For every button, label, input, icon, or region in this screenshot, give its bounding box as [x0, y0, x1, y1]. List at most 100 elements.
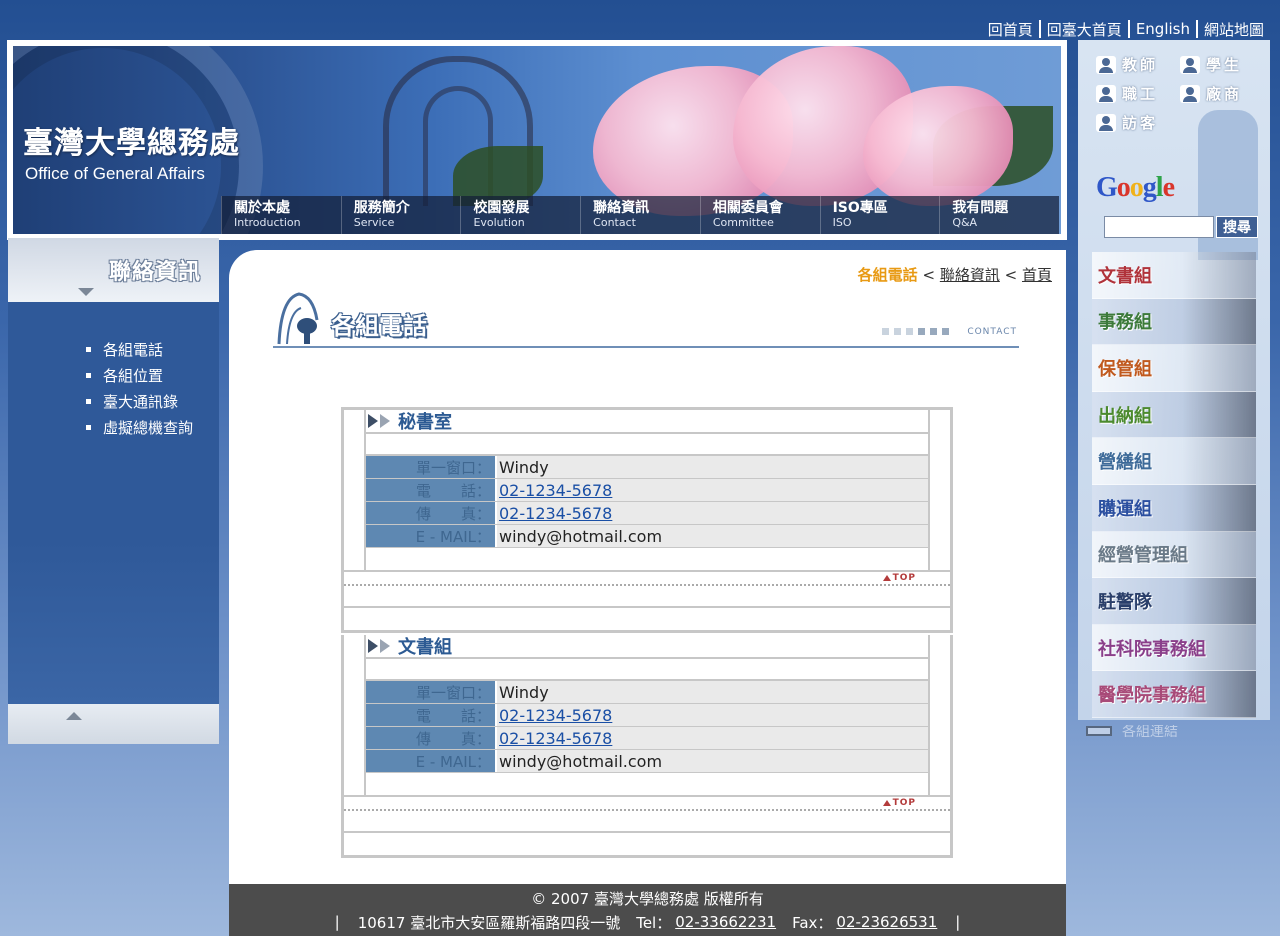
nav-qa[interactable]: 我有問題 Q&A [939, 196, 1059, 234]
phone-link[interactable]: 02-1234-5678 [497, 704, 928, 726]
dept-link-construction[interactable]: 營繕組 [1092, 438, 1256, 485]
breadcrumb-home[interactable]: 首頁 [1022, 266, 1052, 284]
fax-link[interactable]: 02-23626531 [836, 913, 937, 931]
dept-link-campus-police[interactable]: 駐警隊 [1092, 578, 1256, 625]
home-link[interactable]: 回首頁 [982, 19, 1039, 40]
nav-sublabel: ISO [832, 216, 852, 229]
sidebar-tab: 聯絡資訊 [8, 238, 219, 302]
nav-label: 聯絡資訊 [593, 200, 650, 216]
left-sidebar: 聯絡資訊 各組電話 各組位置 臺大通訊錄 虛擬總機查詢 [8, 238, 219, 744]
nav-contact[interactable]: 聯絡資訊 Contact [580, 196, 700, 234]
back-to-top-link[interactable]: TOP [882, 798, 916, 808]
search-form: 搜尋 [1104, 216, 1258, 238]
nav-sublabel: Evolution [473, 216, 525, 229]
info-row-email: E - MAIL： windy@hotmail.com [366, 750, 928, 773]
nav-service[interactable]: 服務簡介 Service [340, 196, 461, 234]
nav-introduction[interactable]: 關於本處 Introduction [221, 196, 341, 234]
field-label: E - MAIL： [366, 750, 497, 772]
user-link-vendor[interactable]: 廠商 [1180, 83, 1264, 104]
nav-evolution[interactable]: 校園發展 Evolution [460, 196, 580, 234]
info-row-window: 單一窗口： Windy [366, 456, 928, 479]
arrow-up-icon [882, 800, 891, 806]
top-row: TOP [344, 795, 950, 811]
arrow-down-icon [78, 288, 94, 296]
dept-link-management[interactable]: 經營管理組 [1092, 531, 1256, 579]
dept-link-documents[interactable]: 文書組 [1092, 252, 1256, 299]
user-link-teacher[interactable]: 教師 [1096, 54, 1180, 75]
search-button[interactable]: 搜尋 [1216, 216, 1258, 238]
sidebar-item-directory[interactable]: 臺大通訊錄 [86, 388, 193, 414]
bullet-icon [86, 424, 91, 430]
more-links[interactable]: 各組連結 [1086, 725, 1178, 737]
sidebar-item-virtual-switchboard[interactable]: 虛擬總機查詢 [86, 414, 193, 440]
user-link-visitor[interactable]: 訪客 [1096, 112, 1180, 133]
user-link-staff[interactable]: 職工 [1096, 83, 1180, 104]
dept-link-procurement[interactable]: 購運組 [1092, 484, 1256, 532]
dept-link-medicine[interactable]: 醫學院事務組 [1092, 671, 1256, 718]
more-links-label: 各組連結 [1122, 725, 1178, 737]
ntu-home-link[interactable]: 回臺大首頁 [1041, 19, 1128, 40]
fax-link[interactable]: 02-1234-5678 [497, 502, 928, 524]
arrow-up-icon[interactable] [66, 712, 82, 720]
field-value: windy@hotmail.com [497, 750, 928, 772]
spacer-row [344, 608, 950, 630]
field-label: 單一窗口： [366, 456, 497, 478]
english-link[interactable]: English [1130, 20, 1196, 38]
dept-link-affairs[interactable]: 事務組 [1092, 298, 1256, 346]
address: 10617 臺北市大安區羅斯福路四段一號 [357, 913, 621, 932]
spacer-row [366, 659, 928, 681]
sidebar-item-label: 各組位置 [103, 366, 164, 385]
spacer-row [344, 586, 950, 608]
divider: | [955, 913, 961, 931]
divider: | [334, 913, 340, 931]
user-icon [1180, 55, 1200, 74]
nav-label: 服務簡介 [353, 200, 410, 216]
field-label: 電 話： [366, 479, 497, 501]
spacer-row [366, 773, 928, 795]
contact-block-inner: 文書組 單一窗口： Windy 電 話： 02-1234-5678 傳 真： 02-1… [364, 635, 930, 795]
breadcrumb-current: 各組電話 [857, 266, 918, 284]
nav-committee[interactable]: 相關委員會 Committee [699, 196, 820, 234]
user-link-label: 訪客 [1122, 114, 1159, 132]
user-icon [1096, 113, 1116, 132]
dept-link-custody[interactable]: 保管組 [1092, 345, 1256, 392]
sidebar-item-label: 各組電話 [103, 340, 164, 359]
nav-sublabel: Q&A [952, 216, 978, 229]
field-label: 傳 真： [366, 502, 497, 524]
user-link-student[interactable]: 學生 [1180, 54, 1264, 75]
user-link-label: 職工 [1122, 85, 1159, 103]
nav-iso[interactable]: ISO專區 ISO [819, 196, 940, 234]
phone-link[interactable]: 02-1234-5678 [497, 479, 928, 501]
nav-label: 相關委員會 [712, 200, 783, 216]
search-input[interactable] [1104, 216, 1214, 238]
info-row-window: 單一窗口： Windy [366, 681, 928, 704]
dept-link-cashier[interactable]: 出納組 [1092, 391, 1256, 439]
main-nav: 關於本處 Introduction 服務簡介 Service 校園發展 Evoluti… [221, 196, 1059, 234]
tel-link[interactable]: 02-33662231 [675, 913, 776, 931]
nav-label: 我有問題 [952, 200, 1009, 216]
dept-name: 秘書室 [398, 412, 452, 433]
sitemap-link[interactable]: 網站地圖 [1198, 19, 1270, 40]
site-logo-english: Office of General Affairs [25, 164, 205, 183]
info-row-email: E - MAIL： windy@hotmail.com [366, 525, 928, 548]
page-footer: © 2007 臺灣大學總務處 版權所有 | 10617 臺北市大安區羅斯福路四段… [229, 884, 1066, 936]
page-subtitle: CONTACT [967, 327, 1017, 337]
sidebar-item-phones[interactable]: 各組電話 [86, 336, 193, 362]
user-link-label: 廠商 [1206, 85, 1243, 103]
back-to-top-link[interactable]: TOP [882, 573, 916, 583]
user-link-label: 教師 [1122, 56, 1159, 74]
sidebar-item-locations[interactable]: 各組位置 [86, 362, 193, 388]
site-logo[interactable]: 臺灣大學總務處 [23, 118, 240, 162]
dept-link-social-science[interactable]: 社科院事務組 [1092, 624, 1256, 672]
sidebar-item-label: 臺大通訊錄 [103, 392, 179, 411]
breadcrumb-contact[interactable]: 聯絡資訊 [940, 266, 1000, 284]
spacer-row [366, 548, 928, 570]
sidebar-item-label: 虛擬總機查詢 [103, 418, 194, 437]
fax-link[interactable]: 02-1234-5678 [497, 727, 928, 749]
department-links: 文書組 事務組 保管組 出納組 營繕組 購運組 經營管理組 駐警隊 社科院事務組… [1092, 252, 1256, 718]
user-icon [1096, 55, 1116, 74]
contact-block-header: 文書組 [366, 635, 928, 659]
top-label: TOP [892, 798, 916, 808]
field-label: 單一窗口： [366, 681, 497, 703]
tel-label: Tel： [636, 913, 672, 932]
